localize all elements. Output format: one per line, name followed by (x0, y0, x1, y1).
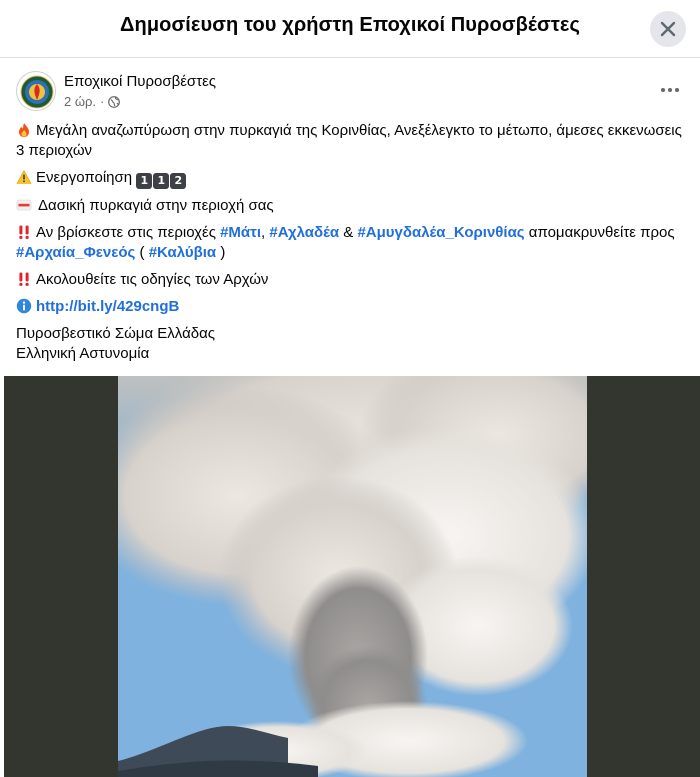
areas-prefix: Αν βρίσκεστε στις περιοχές (36, 224, 216, 241)
headline-text: Μεγάλη αναζωπύρωση στην πυρκαγιά της Κορ… (16, 122, 682, 159)
close-icon (660, 21, 676, 37)
fire-service-logo-icon (18, 73, 55, 110)
paren-close: ) (220, 244, 226, 261)
signature-police: Ελληνική Αστυνομία (16, 345, 150, 362)
post-line-forest-fire: Δασική πυρκαγιά στην περιοχή σας (16, 196, 686, 216)
post-media[interactable] (4, 376, 700, 777)
follow-text: Ακολουθείτε τις οδηγίες των Αρχών (36, 271, 269, 288)
close-button[interactable] (650, 11, 686, 47)
wildfire-smoke-photo[interactable] (118, 376, 587, 777)
keycap-digit: 2 (170, 173, 187, 189)
author-name[interactable]: Εποχικοί Πυροσβέστες (64, 73, 216, 90)
keycap-digit: 1 (153, 173, 170, 189)
modal-title: Δημοσίευση του χρήστη Εποχικοί Πυροσβέστ… (120, 14, 580, 36)
forest-fire-text: Δασική πυρκαγιά στην περιοχή σας (38, 197, 274, 214)
hashtag-archaia-feneos[interactable]: #Αρχαία_Φενεός (16, 244, 135, 261)
post-line-areas: Αν βρίσκεστε στις περιοχές #Μάτι, #Αχλαδ… (16, 223, 686, 263)
areas-middle: απομακρυνθείτε προς (528, 224, 675, 241)
hashtag-mati[interactable]: #Μάτι (220, 224, 261, 241)
signature-fire-service: Πυροσβεστικό Σώμα Ελλάδας (16, 325, 215, 342)
ampersand: & (343, 224, 354, 241)
avatar[interactable] (16, 71, 56, 111)
meta-separator: · (100, 94, 105, 109)
external-link[interactable]: http://bit.ly/429cngB (36, 298, 179, 315)
more-options-button[interactable] (656, 76, 684, 104)
fire-emoji-icon (19, 123, 29, 137)
double-exclamation-emoji-icon (19, 225, 29, 239)
post-modal: Δημοσίευση του χρήστη Εποχικοί Πυροσβέστ… (0, 0, 700, 777)
post-time[interactable]: 2 ώρ. (64, 94, 96, 109)
post-line-headline: Μεγάλη αναζωπύρωση στην πυρκαγιά της Κορ… (16, 121, 686, 161)
globe-icon[interactable] (108, 95, 121, 108)
post-meta: 2 ώρ. · (64, 94, 121, 109)
warning-emoji-icon (16, 169, 32, 184)
paren-open: ( (139, 244, 145, 261)
hashtag-achladea[interactable]: #Αχλαδέα (269, 224, 339, 241)
keycap-digit: 1 (136, 173, 153, 189)
sos-emoji-icon (16, 199, 32, 211)
post-line-link: http://bit.ly/429cngB (16, 297, 686, 317)
smoke-plume-image (118, 376, 587, 777)
double-exclamation-emoji-icon (19, 272, 29, 286)
modal-header: Δημοσίευση του χρήστη Εποχικοί Πυροσβέστ… (0, 0, 700, 58)
post-line-follow: Ακολουθείτε τις οδηγίες των Αρχών (16, 270, 686, 290)
info-emoji-icon (16, 298, 32, 314)
post-text: Μεγάλη αναζωπύρωση στην πυρκαγιά της Κορ… (16, 121, 686, 364)
post-line-activation: Ενεργοποίηση 112 (16, 168, 686, 189)
comma: , (261, 224, 266, 241)
activation-text: Ενεργοποίηση (36, 169, 133, 186)
post-header: Εποχικοί Πυροσβέστες 2 ώρ. · (16, 70, 684, 112)
hashtag-amygdalea[interactable]: #Αμυγδαλέα_Κορινθίας (357, 224, 524, 241)
more-horizontal-icon (661, 88, 679, 92)
hashtag-kalyvia[interactable]: #Καλύβια (149, 244, 216, 261)
